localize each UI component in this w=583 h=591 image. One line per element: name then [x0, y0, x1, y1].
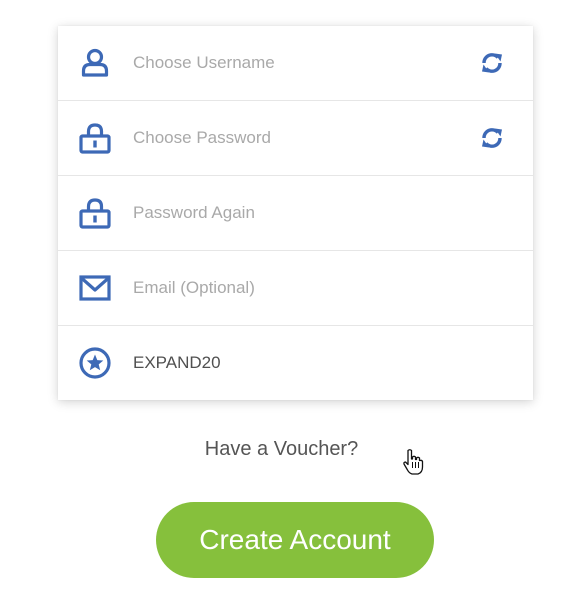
- voucher-code-input[interactable]: [133, 348, 453, 378]
- signup-form-card: [58, 26, 533, 400]
- email-input[interactable]: [133, 273, 453, 303]
- voucher-row: [58, 326, 533, 400]
- password-again-input[interactable]: [133, 198, 453, 228]
- signup-panel: Have a Voucher? Create Account: [0, 0, 583, 591]
- have-voucher-label: Have a Voucher?: [204, 438, 359, 460]
- password-row: [58, 101, 533, 176]
- password-refresh-icon[interactable]: [479, 125, 505, 151]
- hand-pointer-cursor-icon: [402, 448, 424, 476]
- username-row: [58, 26, 533, 101]
- password-again-row: [58, 176, 533, 251]
- lock-icon: [78, 196, 112, 230]
- star-badge-icon: [78, 346, 112, 380]
- create-account-button[interactable]: Create Account: [156, 502, 434, 578]
- email-row: [58, 251, 533, 326]
- envelope-icon: [78, 271, 112, 305]
- username-refresh-icon[interactable]: [479, 50, 505, 76]
- have-voucher-link[interactable]: Have a Voucher?: [0, 438, 583, 461]
- user-icon: [78, 46, 112, 80]
- password-input[interactable]: [133, 123, 453, 153]
- lock-icon: [78, 121, 112, 155]
- username-input[interactable]: [133, 48, 453, 78]
